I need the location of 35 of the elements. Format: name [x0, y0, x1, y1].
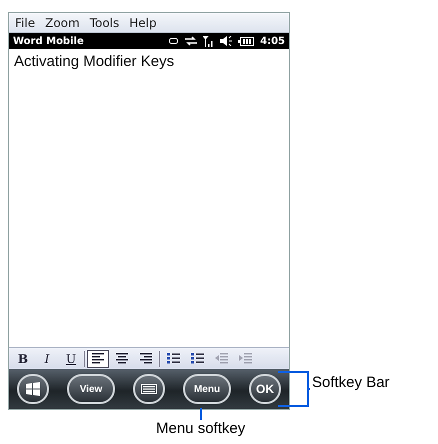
softkey-button[interactable]: Menu [183, 374, 231, 404]
keyboard-icon [141, 384, 157, 394]
align-button[interactable] [87, 350, 109, 368]
italic-button[interactable]: I [36, 350, 58, 368]
softkey-bar-label: Softkey Bar [312, 374, 390, 391]
menu-item[interactable]: File [15, 16, 36, 30]
menu-item[interactable]: Tools [90, 16, 120, 30]
increase-indent-icon [238, 353, 252, 364]
menu-item[interactable]: Zoom [45, 16, 80, 30]
document-area[interactable]: Activating Modifier Keys [9, 49, 289, 347]
document-text: Activating Modifier Keys [14, 53, 174, 70]
clock-time: 4:05 [260, 36, 285, 46]
leader-line [200, 408, 202, 420]
menu-item[interactable]: Help [129, 16, 157, 30]
speaker-icon [220, 36, 232, 46]
sync-arrows-icon [185, 36, 198, 46]
align-left-icon [92, 353, 104, 364]
windows-logo-icon [25, 382, 41, 396]
menu-softkey-label: Menu softkey [156, 420, 246, 437]
ok-button[interactable]: OK [249, 374, 281, 404]
numbered-list-icon [166, 353, 180, 364]
softkey-button[interactable]: View [67, 374, 115, 404]
align-right-icon [140, 353, 152, 364]
keyboard-button[interactable] [133, 374, 165, 404]
battery-small-icon [169, 38, 180, 44]
underline-button[interactable]: U [60, 350, 82, 368]
signal-icon [203, 36, 214, 46]
bold-button[interactable]: B [12, 350, 34, 368]
battery-icon [238, 36, 254, 46]
bracket-drawing [278, 371, 310, 407]
app-title: Word Mobile [13, 36, 85, 46]
align-center-icon [116, 353, 128, 364]
bulleted-list-icon [190, 353, 204, 364]
start-button[interactable] [17, 374, 49, 404]
decrease-indent-icon [214, 353, 228, 364]
